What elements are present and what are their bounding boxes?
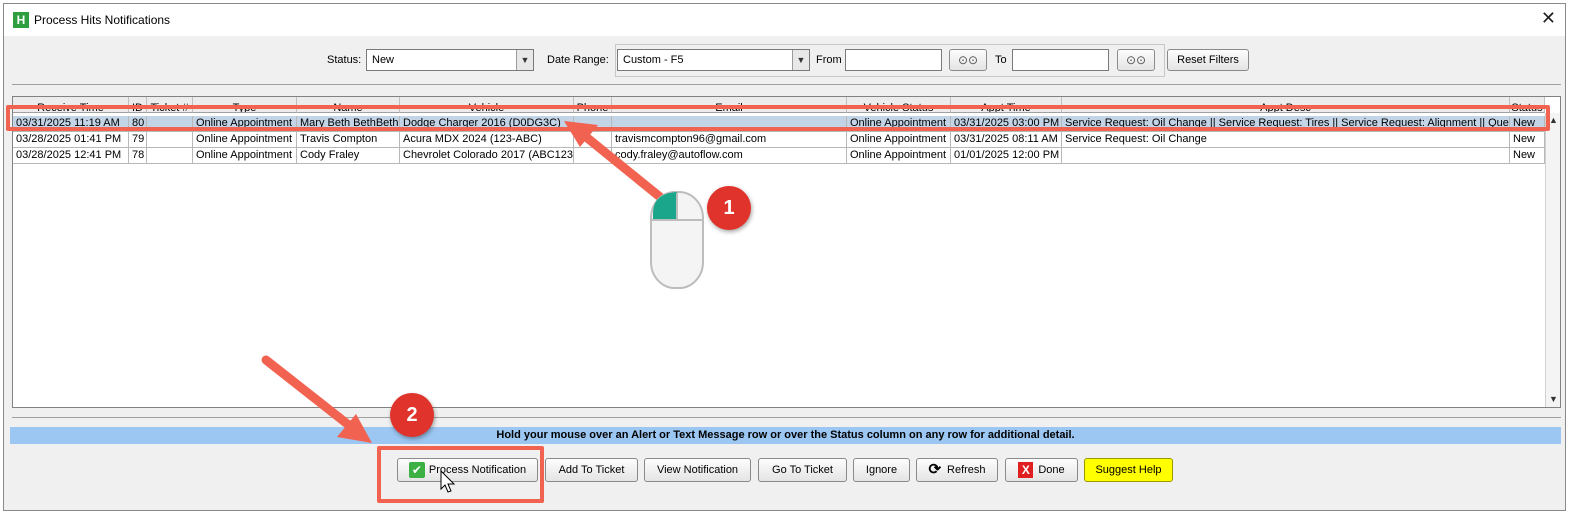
mouse-click-icon [650, 191, 704, 289]
annotation-overlay [261, 121, 704, 493]
mouse-pointer-icon [440, 469, 456, 493]
arrow-2-shaft [261, 355, 360, 435]
arrow-1-shaft [575, 127, 665, 202]
step-2-badge: 2 [390, 393, 434, 437]
step-1-badge: 1 [707, 186, 751, 230]
